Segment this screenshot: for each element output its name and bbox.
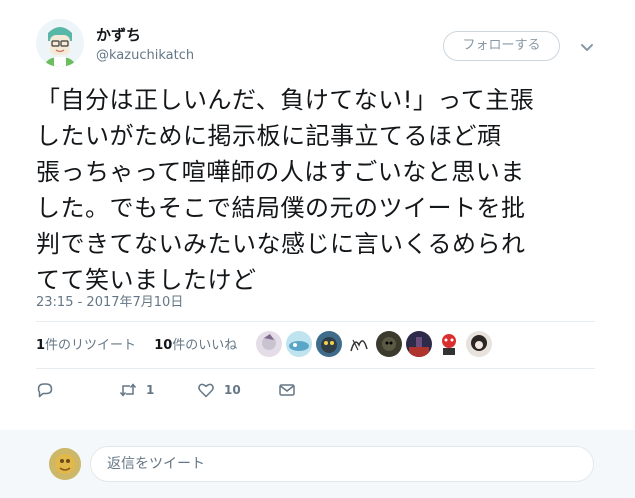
follow-button[interactable]: フォローする <box>443 31 560 61</box>
reply-input[interactable]: 返信をツイート <box>90 446 594 482</box>
like-stat[interactable]: 10件のいいね <box>154 334 237 353</box>
liker-avatar[interactable] <box>316 331 342 357</box>
retweet-stat-count: 1 <box>36 338 46 353</box>
liker-avatar[interactable] <box>376 331 402 357</box>
likers-avatar-list <box>256 331 492 357</box>
avatar-illustration-icon <box>49 448 81 480</box>
tweet-card: かずち @kazuchikatch フォローする 「自分は正しいんだ、負けてない… <box>0 0 635 430</box>
tweet-text-line: 判できてないみたいな感じに言いくるめられ <box>36 230 526 258</box>
tweet-text-line: 「自分は正しいんだ、負けてない!」って主張 <box>36 86 535 114</box>
retweet-stat-label: 件のリツイート <box>45 338 137 353</box>
heart-icon <box>198 383 214 398</box>
liker-avatar[interactable] <box>256 331 282 357</box>
retweet-count: 1 <box>146 383 155 397</box>
avatar-illustration-icon <box>36 19 84 67</box>
tweet-stats: 1件のリツイート 10件のいいね <box>36 334 251 353</box>
tweet-timestamp[interactable]: 23:15 - 2017年7月10日 <box>36 291 183 310</box>
liker-avatar[interactable] <box>406 331 432 357</box>
like-button[interactable]: 10 <box>197 381 241 399</box>
reply-button[interactable] <box>36 381 54 399</box>
user-handle[interactable]: @kazuchikatch <box>96 48 194 63</box>
like-count: 10 <box>224 383 241 397</box>
retweet-icon <box>119 383 137 397</box>
divider <box>36 321 595 322</box>
user-name[interactable]: かずち <box>96 24 141 45</box>
liker-avatar[interactable] <box>286 331 312 357</box>
envelope-icon <box>279 384 295 396</box>
tweet-text-line: 張っちゃって喧嘩師の人はすごいなと思いま <box>36 158 525 186</box>
liker-avatar[interactable] <box>436 331 462 357</box>
tweet-text-line: した。でもそこで結局僕の元のツイートを批 <box>36 194 526 222</box>
tweet-text-line: したいがために掲示板に記事立てるほど頑 <box>36 122 502 150</box>
reply-icon <box>37 383 53 398</box>
user-avatar[interactable] <box>36 19 84 67</box>
tweet-text: 「自分は正しいんだ、負けてない!」って主張 したいがために掲示板に記事立てるほど… <box>36 82 596 298</box>
like-stat-label: 件のいいね <box>172 338 238 353</box>
like-stat-count: 10 <box>154 338 173 353</box>
direct-message-button[interactable] <box>278 381 296 399</box>
chevron-down-icon[interactable] <box>579 40 595 54</box>
retweet-stat[interactable]: 1件のリツイート <box>36 334 136 353</box>
divider <box>36 368 595 369</box>
liker-avatar[interactable] <box>466 331 492 357</box>
liker-avatar[interactable] <box>346 331 372 357</box>
current-user-avatar <box>49 448 81 480</box>
retweet-button[interactable]: 1 <box>118 381 154 399</box>
